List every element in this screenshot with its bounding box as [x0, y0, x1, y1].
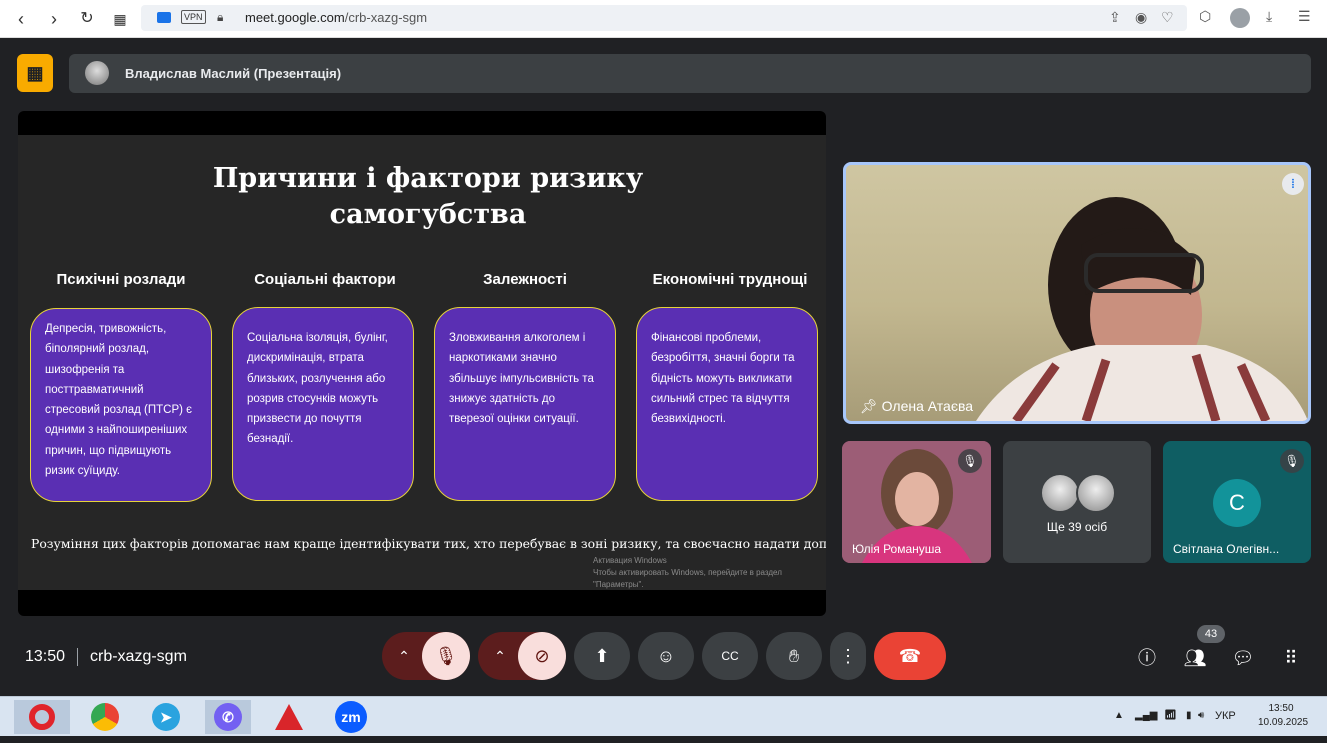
column-heading: Економічні труднощі	[652, 271, 808, 288]
camera-options-chevron-icon[interactable]: ⌃	[478, 632, 522, 680]
present-button[interactable]: ⬆	[574, 632, 630, 680]
chrome-icon[interactable]	[82, 700, 128, 734]
presentation-slide: Причини і фактори ризику самогубства Псих…	[18, 111, 826, 616]
end-call-icon: ☎︎	[898, 646, 922, 666]
signal-icon[interactable]: ▂▄▆	[1135, 710, 1157, 721]
language-indicator[interactable]: УКР	[1215, 710, 1236, 722]
participant-name: 📌︎ Олена Атаєва	[860, 398, 974, 414]
avatar: С	[1213, 479, 1261, 527]
leave-call-button[interactable]: ☎︎	[874, 632, 946, 680]
mic-options-chevron-icon[interactable]: ⌃	[382, 632, 426, 680]
profile-icon[interactable]	[1230, 8, 1250, 28]
opera-icon[interactable]	[14, 700, 70, 734]
column-heading: Психічні розлади	[56, 271, 186, 288]
forward-icon[interactable]: ›	[43, 8, 65, 30]
more-participants-label: Ще 39 осіб	[1046, 520, 1108, 534]
presentation-icon[interactable]: ▦	[17, 54, 53, 92]
address-bar[interactable]: VPN 🔒︎ meet.google.com/crb-xazg-sgm ⇪ ◉ …	[141, 5, 1187, 31]
screenshot-icon[interactable]: ◉	[1135, 9, 1147, 26]
presenter-bar: Владислав Маслий (Презентація)	[69, 54, 1311, 93]
factor-card: Депресія, тривожність, біполярний розлад…	[30, 308, 212, 502]
captions-icon: CC	[721, 649, 739, 663]
hand-icon: ✋︎	[788, 646, 800, 666]
call-controls: 13:50 crb-xazg-sgm ⌃ 🎙︎ ⌃ ⊘ ⬆ ☺ CC ✋︎ ⋮ …	[0, 620, 1327, 696]
participant-name: Світлана Олегівн...	[1173, 542, 1280, 556]
download-icon[interactable]: ⤓	[1266, 8, 1272, 25]
clock[interactable]: 13:50 10.09.2025	[1258, 702, 1308, 730]
slide-footer: Розуміння цих факторів допомагає нам кра…	[31, 536, 826, 551]
windows-taskbar: ➤ ✆ zm ▲ ▂▄▆ 📶︎ ▮ 🔊︎ УКР 13:50 10.09.202…	[0, 696, 1327, 736]
speaker-tile[interactable]: ⦙ 📌︎ Олена Атаєва	[843, 162, 1311, 424]
app-icon[interactable]	[266, 700, 312, 734]
participant-tile[interactable]: 🎙︎ Юлія Романуша	[842, 441, 991, 563]
column-heading: Соціальні фактори	[254, 271, 396, 288]
avatar	[1076, 473, 1116, 513]
speaking-icon: ⦙	[1282, 173, 1304, 195]
mic-off-icon: 🎙︎	[958, 449, 982, 473]
meet-top-bar: ▦ Владислав Маслий (Презентація)	[0, 38, 1327, 98]
more-vert-icon: ⋮	[839, 646, 857, 666]
avatar	[1040, 473, 1080, 513]
reload-icon[interactable]: ↻	[76, 8, 98, 30]
factor-card: Соціальна ізоляція, булінг, дискримінаці…	[232, 307, 414, 501]
browser-toolbar: ‹ › ↻ ▦ VPN 🔒︎ meet.google.com/crb-xazg-…	[0, 0, 1327, 38]
participant-count-badge: 43	[1197, 625, 1225, 643]
participant-tile[interactable]: 🎙︎ С Світлана Олегівн...	[1163, 441, 1311, 563]
avatar	[85, 61, 109, 85]
tabs-grid-icon[interactable]: ▦	[109, 8, 131, 30]
camera-icon	[157, 12, 171, 23]
cube-icon[interactable]: ⬡	[1199, 8, 1211, 25]
raise-hand-button[interactable]: ✋︎	[766, 632, 822, 680]
zoom-icon[interactable]: zm	[328, 700, 374, 734]
chat-icon[interactable]: 💬︎	[1229, 644, 1257, 672]
tray-expand-icon[interactable]: ▲	[1114, 710, 1124, 721]
network-icon[interactable]: 📶︎	[1164, 710, 1177, 721]
windows-watermark: Активация Windows Чтобы активировать Wind…	[593, 556, 782, 589]
meeting-time: 13:50	[25, 648, 66, 665]
slide-title: Причини і фактори ризику самогубства	[212, 163, 644, 230]
people-icon[interactable]: 👥︎	[1181, 644, 1209, 672]
mic-off-icon: 🎙︎	[1280, 449, 1304, 473]
slide-content: Причини і фактори ризику самогубства Псих…	[18, 135, 826, 590]
speaker-video	[976, 197, 1308, 421]
more-options-button[interactable]: ⋮	[830, 632, 866, 680]
back-icon[interactable]: ‹	[10, 8, 32, 30]
telegram-icon[interactable]: ➤	[143, 700, 189, 734]
volume-icon[interactable]: 🔊︎	[1198, 710, 1204, 721]
viber-icon[interactable]: ✆	[205, 700, 251, 734]
battery-icon[interactable]: ▮	[1186, 710, 1192, 721]
info-icon[interactable]: ⓘ	[1133, 644, 1161, 672]
presenter-title: Владислав Маслий (Презентація)	[125, 66, 342, 81]
mic-toggle-button[interactable]: 🎙︎	[422, 632, 470, 680]
mic-off-icon: 🎙︎	[434, 646, 458, 666]
captions-button[interactable]: CC	[702, 632, 758, 680]
activities-grid-icon[interactable]: ⠿	[1277, 644, 1305, 672]
present-screen-icon: ⬆	[594, 646, 610, 666]
menu-icon[interactable]: ☰	[1298, 8, 1311, 25]
share-icon[interactable]: ⇪	[1109, 9, 1121, 26]
more-participants-tile[interactable]: Ще 39 осіб	[1003, 441, 1151, 563]
camera-off-icon: ⊘	[534, 646, 550, 666]
vpn-badge[interactable]: VPN	[181, 10, 206, 24]
participant-name: Юлія Романуша	[852, 542, 942, 556]
pin-icon[interactable]: 📌︎	[860, 398, 878, 414]
emoji-button[interactable]: ☺	[638, 632, 694, 680]
factor-card: Фінансові проблеми, безробіття, значні б…	[636, 307, 818, 501]
heart-icon[interactable]: ♡	[1161, 9, 1174, 26]
lock-icon[interactable]: 🔒︎	[217, 10, 223, 25]
divider	[77, 648, 78, 666]
url-text[interactable]: meet.google.com/crb-xazg-sgm	[245, 10, 427, 25]
camera-toggle-button[interactable]: ⊘	[518, 632, 566, 680]
column-heading: Залежності	[483, 271, 567, 288]
factor-card: Зловживання алкоголем і наркотиками знач…	[434, 307, 616, 501]
meeting-code: crb-xazg-sgm	[90, 648, 187, 665]
emoji-icon: ☺	[656, 646, 676, 666]
